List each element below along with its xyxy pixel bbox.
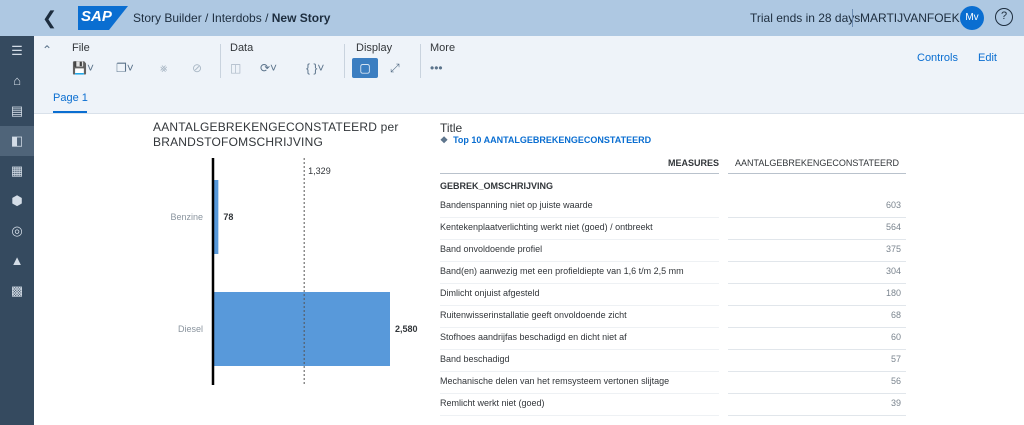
- table-row[interactable]: Band(en) aanwezig met een profieldiepte …: [440, 262, 906, 284]
- measure-column-header[interactable]: AANTALGEBREKENGECONSTATEERD: [735, 158, 899, 168]
- copy-icon[interactable]: ❐˅: [116, 58, 134, 78]
- row-value: 39: [890, 398, 901, 408]
- row-value: 68: [890, 310, 901, 320]
- dimension-header[interactable]: GEBREK_OMSCHRIJVING: [440, 181, 553, 191]
- table-subtitle: ❖ Top 10 AANTALGEBREKENGECONSTATEERD: [440, 135, 651, 146]
- breadcrumb: Story Builder / Interdobs / New Story: [133, 11, 330, 25]
- analytics-icon[interactable]: ▦: [0, 156, 34, 186]
- category-label: Diesel: [178, 324, 203, 334]
- help-icon[interactable]: ?: [995, 8, 1013, 26]
- row-label: Stofhoes aandrijfas beschadigd en dicht …: [440, 332, 627, 342]
- fullscreen-icon[interactable]: ⤢: [390, 58, 400, 78]
- chart-title: AANTALGEBREKENGECONSTATEERD per BRANDSTO…: [153, 120, 399, 149]
- side-navigation: ☰ ⌂ ▤ ◧ ▦ ⬢ ◎ ▲ ▩: [0, 36, 34, 425]
- row-label: Band onvoldoende profiel: [440, 244, 543, 254]
- header-divider: [440, 173, 719, 174]
- model-icon: ❖: [440, 135, 449, 145]
- file-group-label: File: [72, 42, 90, 54]
- more-icon[interactable]: •••: [430, 58, 443, 78]
- row-value: 564: [885, 222, 901, 232]
- row-label: Remlicht werkt niet (goed): [440, 398, 545, 408]
- table-row[interactable]: Dimlicht onjuist afgesteld 180: [440, 284, 906, 306]
- save-icon[interactable]: 💾˅: [72, 58, 94, 78]
- data-group-label: Data: [230, 42, 254, 54]
- files-icon[interactable]: ▤: [0, 96, 34, 126]
- toolbar-divider: [220, 44, 221, 78]
- row-label: Ruitenwisserinstallatie geeft onvoldoend…: [440, 310, 627, 320]
- row-value: 603: [885, 200, 901, 210]
- breadcrumb-path[interactable]: Story Builder / Interdobs /: [133, 11, 272, 25]
- undo-icon: ⊘: [192, 61, 203, 75]
- row-value: 180: [885, 288, 901, 298]
- row-divider: [728, 415, 906, 416]
- data-label: 2,580: [395, 324, 418, 334]
- row-label: Dimlicht onjuist afgesteld: [440, 288, 540, 298]
- bar[interactable]: [213, 292, 390, 366]
- row-value: 56: [890, 376, 901, 386]
- tab-page-1[interactable]: Page 1: [53, 92, 88, 104]
- toolbar-divider: [344, 44, 345, 78]
- presentation-icon[interactable]: ▩: [0, 276, 34, 306]
- row-label: Band(en) aanwezig met een profieldiepte …: [440, 266, 684, 276]
- data-source-icon: ◫: [230, 61, 242, 75]
- measures-header: MEASURES: [667, 158, 719, 168]
- share-icon: ⨳: [160, 61, 168, 75]
- edit-button[interactable]: Edit: [978, 52, 997, 64]
- comment-icon[interactable]: ▢: [352, 58, 378, 78]
- row-label: Kentekenplaatverlichting werkt niet (goe…: [440, 222, 653, 232]
- avatar[interactable]: Mv: [960, 6, 984, 30]
- more-group-label: More: [430, 42, 456, 54]
- display-group-label: Display: [356, 42, 393, 54]
- table-row[interactable]: Ruitenwisserinstallatie geeft onvoldoend…: [440, 306, 906, 328]
- user-name[interactable]: MARTIJVANFOEKEN: [860, 11, 976, 25]
- row-value: 60: [890, 332, 901, 342]
- reference-label: 1,329: [308, 166, 331, 176]
- sap-logo: SAP: [78, 6, 128, 30]
- shell-bar: ❮ SAP Story Builder / Interdobs / New St…: [0, 0, 1024, 36]
- table-row[interactable]: Bandenspanning niet op juiste waarde 603: [440, 196, 906, 218]
- row-divider: [440, 415, 719, 416]
- category-label: Benzine: [170, 212, 203, 222]
- bar-chart[interactable]: Benzine 78 Diesel 2,580 1,329: [150, 155, 420, 390]
- target-icon[interactable]: ◎: [0, 216, 34, 246]
- story-toolbar: ⌃ File 💾˅ ❐˅ ⨳ ⊘ Data ◫ ⟳˅ { }˅ Display …: [34, 36, 1024, 84]
- row-value: 304: [885, 266, 901, 276]
- table-title[interactable]: Title: [440, 121, 462, 135]
- formula-icon[interactable]: { }˅: [306, 58, 324, 78]
- row-value: 375: [885, 244, 901, 254]
- table-row[interactable]: Band beschadigd 57: [440, 350, 906, 372]
- table-row[interactable]: Stofhoes aandrijfas beschadigd en dicht …: [440, 328, 906, 350]
- stories-icon[interactable]: ◧: [0, 126, 34, 156]
- breadcrumb-current: New Story: [271, 11, 331, 25]
- table-subtitle-text: Top 10 AANTALGEBREKENGECONSTATEERD: [453, 135, 652, 145]
- active-tab-indicator: [53, 111, 87, 113]
- controls-button[interactable]: Controls: [917, 52, 958, 64]
- back-icon[interactable]: ❮: [42, 8, 57, 29]
- menu-icon[interactable]: ☰: [0, 36, 34, 66]
- models-icon[interactable]: ⬢: [0, 186, 34, 216]
- trial-notice: Trial ends in 28 days: [750, 11, 861, 25]
- home-icon[interactable]: ⌂: [0, 66, 34, 96]
- table-row[interactable]: Kentekenplaatverlichting werkt niet (goe…: [440, 218, 906, 240]
- header-divider: [728, 173, 906, 174]
- toolbar-divider: [420, 44, 421, 78]
- row-label: Band beschadigd: [440, 354, 510, 364]
- page-tabs: Page 1: [34, 84, 1024, 114]
- row-label: Mechanische delen van het remsysteem ver…: [440, 376, 670, 386]
- predictive-icon[interactable]: ▲: [0, 246, 34, 276]
- refresh-icon[interactable]: ⟳˅: [260, 58, 277, 78]
- table-row[interactable]: Band onvoldoende profiel 375: [440, 240, 906, 262]
- row-label: Bandenspanning niet op juiste waarde: [440, 200, 593, 210]
- data-label: 78: [223, 212, 233, 222]
- table-row[interactable]: Remlicht werkt niet (goed) 39: [440, 394, 906, 416]
- table-row[interactable]: Mechanische delen van het remsysteem ver…: [440, 372, 906, 394]
- row-value: 57: [890, 354, 901, 364]
- collapse-toolbar-icon[interactable]: ⌃: [42, 40, 52, 60]
- shell-divider: [852, 9, 853, 27]
